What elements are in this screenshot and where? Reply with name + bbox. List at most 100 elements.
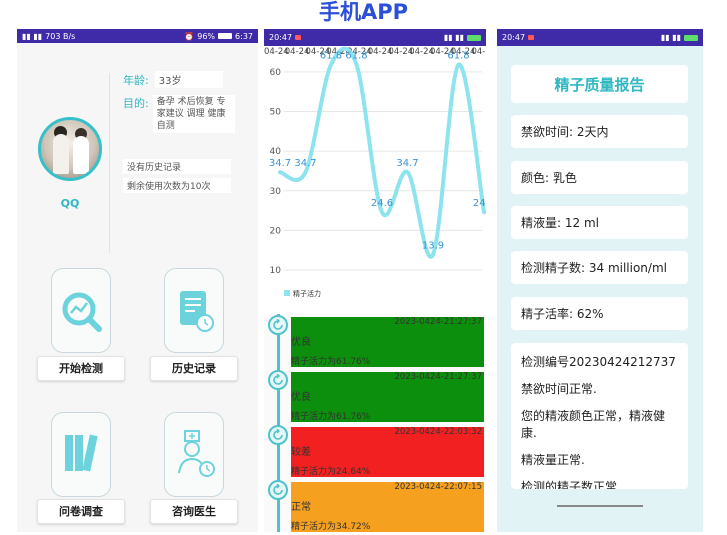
- history-button[interactable]: 历史记录: [150, 356, 238, 381]
- data-label: 61.8: [345, 51, 367, 62]
- x-tick-label: 04-24: [471, 47, 486, 57]
- profile-section: QQ 年龄: 33岁 目的: 备孕 术后恢复 专家建议 调理 健康自测 没有历史…: [17, 43, 258, 258]
- signal-icon: ▮▮ ▮▮: [22, 31, 43, 41]
- notification-icon: [528, 35, 535, 40]
- username: QQ: [60, 197, 80, 210]
- data-label: 24.6: [473, 198, 486, 209]
- status-bar: 20:47 ▮▮ ▮▮: [264, 29, 486, 46]
- phone-report-screen: 20:47 ▮▮ ▮▮ 精子质量报告 禁欲时间: 2天内 颜色: 乳色 精液量:…: [497, 29, 703, 532]
- data-label: 61.8: [320, 51, 342, 62]
- signal-icon: ▮▮ ▮▮: [443, 33, 464, 42]
- phone-chart-screen: 20:47 ▮▮ ▮▮ 10 20 30 40 50 60 04-24 04-24 04-24 0…: [264, 29, 486, 532]
- legend-swatch: [284, 290, 290, 296]
- phone-home-screen: ▮▮ ▮▮ 703 B/s ⏰ 96% 6:37 QQ 年龄: 33岁 目的: …: [17, 29, 258, 532]
- y-tick-label: 40: [270, 147, 282, 157]
- signal-icon: ▮▮ ▮▮: [660, 33, 681, 42]
- history-text: 没有历史记录: [123, 159, 231, 174]
- document-clock-icon: [180, 291, 214, 332]
- report-summary: 检测编号20230424212737 禁欲时间正常. 您的精液颜色正常，精液健康…: [511, 343, 688, 489]
- series-line: [278, 46, 486, 259]
- y-tick-label: 30: [270, 187, 282, 197]
- y-tick-label: 60: [270, 68, 282, 78]
- record-time: 2023-0424-21:27:37: [394, 317, 482, 327]
- battery-icon: [467, 34, 481, 41]
- purpose-label: 目的:: [123, 97, 149, 110]
- divider: [109, 73, 110, 253]
- record-grade: 优良: [291, 392, 311, 403]
- start-test-button[interactable]: 开始检测: [37, 356, 125, 381]
- refresh-icon: [268, 425, 288, 445]
- report-item-count: 检测精子数: 34 million/ml: [511, 251, 688, 284]
- record-description: 精子活力为61.76%: [291, 357, 371, 367]
- age-row: 年龄: 33岁: [123, 71, 223, 88]
- survey-tile[interactable]: [51, 412, 111, 497]
- y-tick-label: 20: [270, 226, 282, 236]
- consult-doctor-tile[interactable]: [164, 412, 224, 497]
- history-timeline: 2023-0424-21:27:37 优良 精子活力为61.76% 2023-0424…: [264, 314, 486, 532]
- report-line: 您的精液颜色正常，精液健康.: [521, 409, 666, 440]
- remaining-row: 剩余使用次数为10次: [123, 178, 231, 193]
- battery-percent: 96%: [197, 31, 216, 41]
- timeline-card[interactable]: 2023-0424-21:27:37 优良精子活力为61.76%: [291, 317, 484, 367]
- report-item-color: 颜色: 乳色: [511, 161, 688, 194]
- battery-icon: [684, 34, 698, 41]
- data-label: 34.7: [396, 158, 418, 169]
- status-bar: 20:47 ▮▮ ▮▮: [497, 29, 703, 46]
- history-tile[interactable]: [164, 268, 224, 353]
- y-tick-label: 10: [270, 266, 282, 276]
- timeline-card[interactable]: 2023-0424-22:07:15 正常精子活力为34.72%: [291, 482, 484, 532]
- data-label: 24.6: [371, 198, 393, 209]
- timeline-card[interactable]: 2023-0424-22:03:32 较差精子活力为24.64%: [291, 427, 484, 477]
- remaining-text: 剩余使用次数为10次: [123, 178, 231, 193]
- network-speed: 703 B/s: [45, 31, 76, 41]
- status-bar: ▮▮ ▮▮ 703 B/s ⏰ 96% 6:37: [17, 29, 258, 43]
- nav-handle[interactable]: [557, 505, 643, 507]
- consult-doctor-button[interactable]: 咨询医生: [150, 499, 238, 524]
- vitality-chart: 10 20 30 40 50 60 04-24 04-24 04-24 04-24 04-24 04-…: [264, 46, 486, 299]
- record-description: 精子活力为61.76%: [291, 412, 371, 422]
- y-tick-label: 50: [270, 107, 282, 117]
- report-line: 检测的精子数正常.: [521, 480, 621, 489]
- refresh-icon: [268, 370, 288, 390]
- status-time: 20:47: [502, 33, 526, 42]
- history-row: 没有历史记录: [123, 159, 231, 174]
- report-title: 精子质量报告: [511, 65, 688, 103]
- report-line: 禁欲时间正常.: [521, 382, 597, 396]
- books-icon: [65, 434, 98, 472]
- refresh-icon: [268, 480, 288, 500]
- record-time: 2023-0424-21:27:37: [394, 372, 482, 382]
- age-value: 33岁: [154, 71, 223, 88]
- start-test-tile[interactable]: [51, 268, 111, 353]
- report-item-abstinence: 禁欲时间: 2天内: [511, 115, 688, 148]
- purpose-row: 目的: 备孕 术后恢复 专家建议 调理 健康自测: [123, 95, 235, 133]
- record-time: 2023-0424-22:03:32: [394, 427, 482, 437]
- survey-button[interactable]: 问卷调查: [37, 499, 125, 524]
- line-chart: 10203040506004-2404-2404-2404-2404-2404-…: [264, 46, 486, 298]
- refresh-icon: [268, 315, 288, 335]
- battery-icon: [218, 33, 233, 39]
- alarm-icon: ⏰: [184, 31, 195, 41]
- age-label: 年龄:: [123, 73, 149, 87]
- record-grade: 较差: [291, 447, 311, 458]
- report-line: 精液量正常.: [521, 453, 585, 467]
- legend-label: 精子活力: [293, 289, 321, 298]
- purpose-value: 备孕 术后恢复 专家建议 调理 健康自测: [152, 95, 235, 133]
- chart-search-icon: [62, 292, 102, 332]
- report-item-volume: 精液量: 12 ml: [511, 206, 688, 239]
- data-label: 61.8: [447, 51, 469, 62]
- notification-icon: [295, 35, 302, 40]
- report-id: 检测编号20230424212737: [521, 355, 676, 369]
- record-grade: 正常: [291, 502, 311, 513]
- data-label: 13.9: [422, 241, 444, 252]
- doctor-clock-icon: [178, 430, 215, 477]
- record-description: 精子活力为24.64%: [291, 467, 371, 477]
- record-grade: 优良: [291, 337, 311, 348]
- timeline-card[interactable]: 2023-0424-21:27:37 优良精子活力为61.76%: [291, 372, 484, 422]
- status-time: 6:37: [235, 31, 253, 41]
- avatar[interactable]: [38, 117, 102, 181]
- status-time: 20:47: [269, 33, 293, 42]
- data-label: 34.7: [294, 158, 316, 169]
- data-label: 34.7: [269, 158, 291, 169]
- record-time: 2023-0424-22:07:15: [394, 482, 482, 492]
- record-description: 精子活力为34.72%: [291, 522, 371, 532]
